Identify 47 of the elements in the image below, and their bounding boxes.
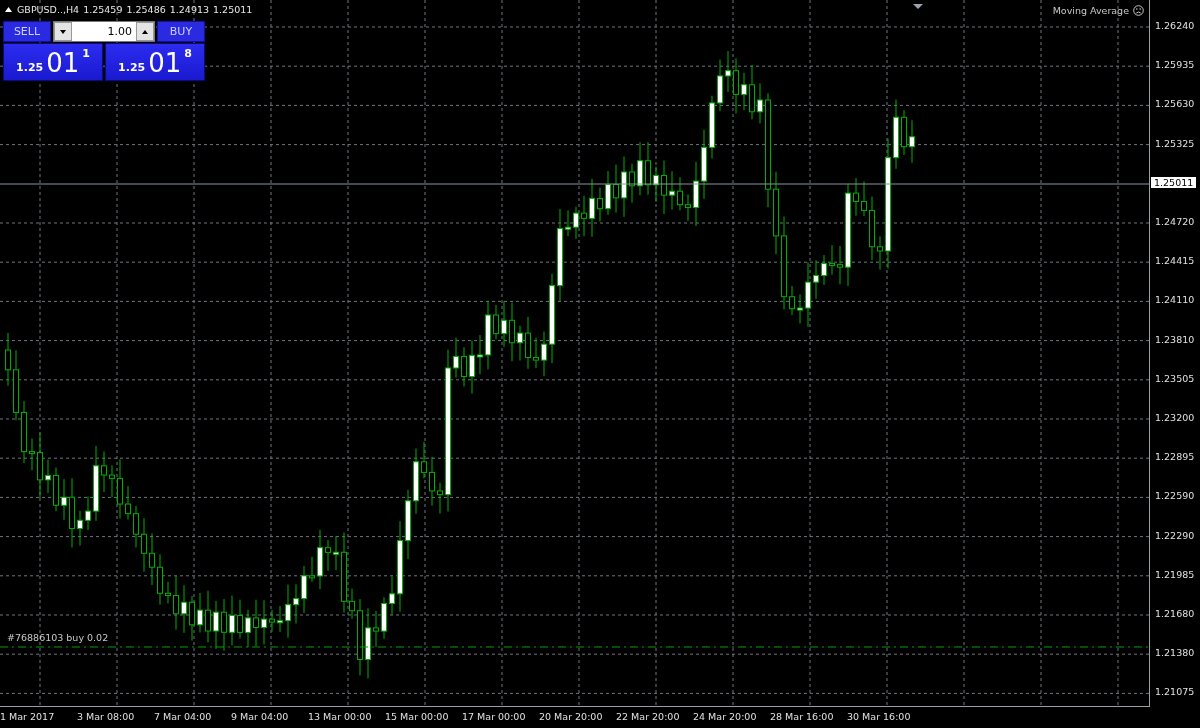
ohlc-value: 1.25459 xyxy=(83,4,123,15)
sell-button[interactable]: SELL xyxy=(3,21,51,42)
collapse-icon[interactable] xyxy=(5,7,12,12)
time-label: 3 Mar 08:00 xyxy=(77,711,135,722)
price-label: 1.24720 xyxy=(1155,216,1195,227)
ohlc-value: 1.25011 xyxy=(213,4,253,15)
volume-field[interactable]: 1.00 xyxy=(53,21,155,42)
price-label: 1.23505 xyxy=(1155,372,1195,384)
time-label: 28 Mar 16:00 xyxy=(770,711,834,722)
price-label: 1.25325 xyxy=(1155,137,1195,149)
time-label: 22 Mar 20:00 xyxy=(616,711,680,722)
price-label: 1.21380 xyxy=(1155,647,1195,659)
price-label: 1.21680 xyxy=(1155,608,1195,619)
time-label: 17 Mar 00:00 xyxy=(462,711,526,722)
indicator-label[interactable]: Moving Average xyxy=(1052,5,1129,16)
price-label: 1.23810 xyxy=(1155,333,1195,345)
symbol-label: GBPUSD..,H4 xyxy=(17,4,80,15)
time-label: 13 Mar 00:00 xyxy=(308,711,372,722)
price-label: 1.21075 xyxy=(1155,686,1195,698)
price-label: 1.25630 xyxy=(1155,98,1195,110)
ohlc-value: 1.24913 xyxy=(169,4,210,15)
up-arrow-icon xyxy=(142,29,148,34)
price-label: 1.22895 xyxy=(1155,451,1195,463)
time-label: 20 Mar 20:00 xyxy=(539,711,603,722)
sad-face-icon[interactable] xyxy=(1133,5,1144,16)
time-label: 24 Mar 20:00 xyxy=(693,711,757,722)
order-label: #76886103 buy 0.02 xyxy=(7,632,109,643)
decrease-volume-button[interactable] xyxy=(54,22,72,41)
time-label: 7 Mar 04:00 xyxy=(154,711,212,722)
time-label: 9 Mar 04:00 xyxy=(231,711,289,722)
time-label: 15 Mar 00:00 xyxy=(385,711,449,722)
increase-volume-button[interactable] xyxy=(136,22,154,41)
shift-marker-icon[interactable] xyxy=(913,4,923,9)
price-label: 1.25935 xyxy=(1155,59,1195,71)
price-label: 1.24415 xyxy=(1155,255,1195,267)
current-price-label: 1.25011 xyxy=(1151,177,1197,188)
price-label: 1.23200 xyxy=(1155,412,1195,423)
down-arrow-icon xyxy=(60,29,66,34)
price-label: 1.22290 xyxy=(1155,529,1195,541)
price-label: 1.26240 xyxy=(1155,20,1195,31)
price-label: 1.21985 xyxy=(1155,568,1195,580)
price-label: 1.22590 xyxy=(1155,490,1195,502)
price-label: 1.24110 xyxy=(1155,294,1195,306)
time-label: 1 Mar 2017 xyxy=(0,711,55,722)
ohlc-value: 1.25486 xyxy=(126,4,166,15)
buy-button[interactable]: BUY xyxy=(157,21,205,42)
time-label: 30 Mar 16:00 xyxy=(847,711,911,722)
